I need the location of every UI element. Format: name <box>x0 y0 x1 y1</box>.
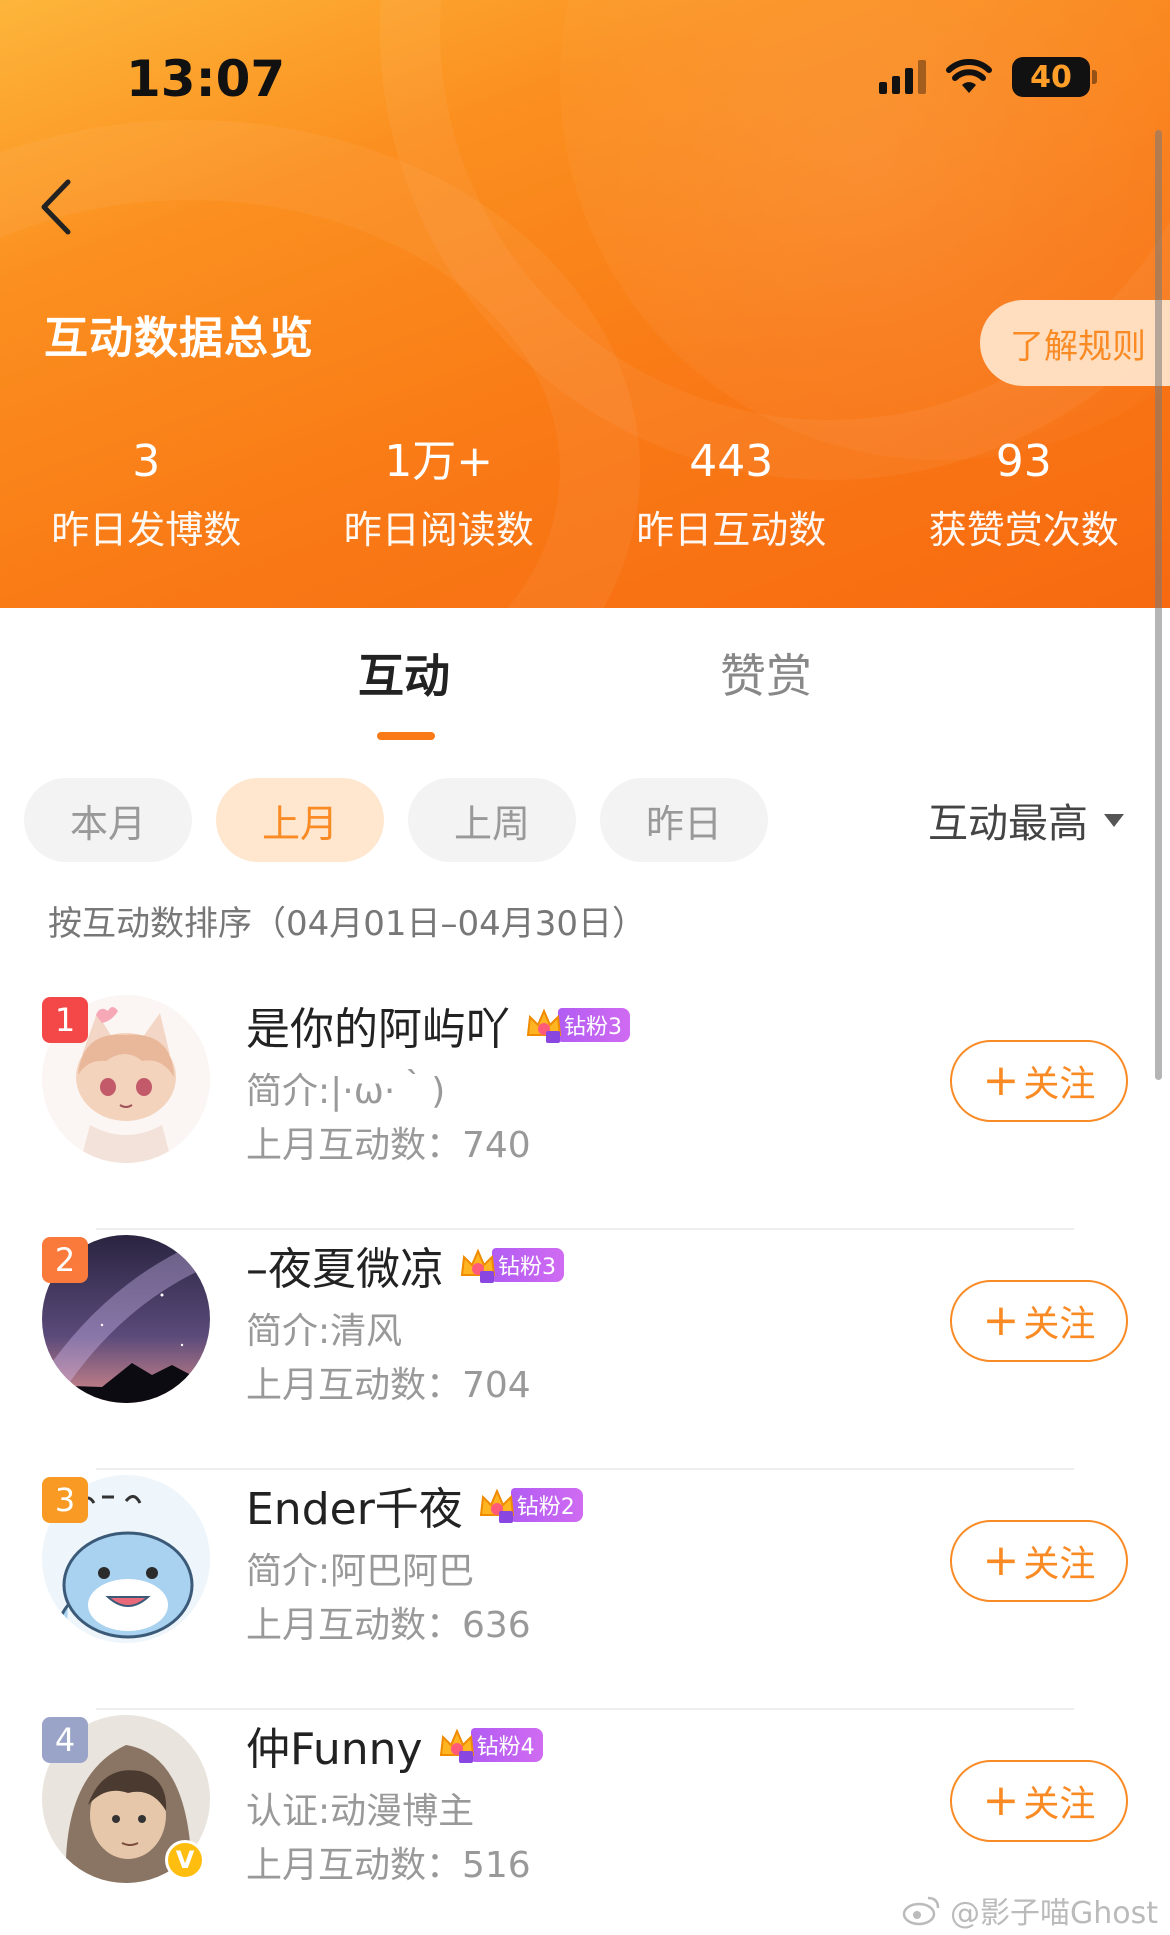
stat-reads: 1万+ 昨日阅读数 <box>293 432 586 560</box>
fan-badge[interactable]: 钻粉2 <box>477 1485 583 1525</box>
rank-badge: 2 <box>42 1237 88 1283</box>
name-line: 仲Funny 钻粉4 <box>246 1710 543 1780</box>
fan-badge-label: 钻粉3 <box>558 1008 630 1042</box>
sort-note: 按互动数排序（04月01日–04月30日） <box>48 904 647 944</box>
follow-label: 关注 <box>1023 1064 1096 1105</box>
stat-rewards: 93 获赞赏次数 <box>878 432 1170 560</box>
cellular-signal-icon <box>879 60 926 94</box>
back-button[interactable] <box>32 172 82 242</box>
stat-value: 93 <box>995 436 1052 487</box>
user-intro: 简介:阿巴阿巴 <box>246 1551 475 1592</box>
tab-reward[interactable]: 赞赏 <box>720 640 812 706</box>
user-intro: 认证:动漫博主 <box>246 1791 475 1832</box>
user-name[interactable]: –夜夏微凉 <box>246 1233 444 1297</box>
rank-badge: 1 <box>42 997 88 1043</box>
watermark: @影子喵Ghost <box>902 1888 1158 1932</box>
interaction-count: 上月互动数：516 <box>246 1845 531 1886</box>
stat-label: 获赞赏次数 <box>928 508 1119 552</box>
crown-icon <box>524 1005 564 1045</box>
weibo-logo-icon <box>902 1896 940 1926</box>
stat-value: 1万+ <box>384 436 494 487</box>
name-line: 是你的阿屿吖 钻粉3 <box>246 990 630 1060</box>
filter-this-month[interactable]: 本月 <box>24 778 192 862</box>
filter-last-month[interactable]: 上月 <box>216 778 384 862</box>
tab-interaction[interactable]: 互动 <box>358 640 450 706</box>
fan-badge-label: 钻粉2 <box>510 1488 583 1522</box>
filter-yesterday[interactable]: 昨日 <box>600 778 768 862</box>
stats-row: 3 昨日发博数 1万+ 昨日阅读数 443 昨日互动数 93 获赞赏次数 <box>0 432 1170 560</box>
wifi-icon <box>946 59 992 95</box>
follow-button[interactable]: + 关注 <box>950 1280 1128 1362</box>
stat-value: 443 <box>689 436 774 487</box>
filter-last-week[interactable]: 上周 <box>408 778 576 862</box>
crown-icon <box>477 1485 517 1525</box>
stat-value: 3 <box>132 436 161 487</box>
chevron-left-icon <box>41 179 71 235</box>
fan-badge-label: 钻粉3 <box>492 1248 564 1282</box>
list-item[interactable]: 3 Ender千夜 钻粉2 简介:阿巴阿巴 上月互动数：636 + 关注 <box>0 1470 1170 1710</box>
follow-label: 关注 <box>1023 1544 1096 1585</box>
page-title: 互动数据总览 <box>44 313 314 364</box>
name-line: –夜夏微凉 钻粉3 <box>246 1230 564 1300</box>
status-time: 13:07 <box>126 50 286 108</box>
sort-dropdown[interactable]: 互动最高 <box>928 790 1124 850</box>
follow-label: 关注 <box>1023 1784 1096 1825</box>
plus-icon: + <box>982 1295 1020 1346</box>
user-intro: 简介:清风 <box>246 1311 403 1352</box>
sort-dropdown-value: 互动最高 <box>928 801 1088 847</box>
status-icons: 40 <box>879 52 1097 102</box>
plus-icon: + <box>982 1055 1020 1106</box>
user-name[interactable]: 是你的阿屿吖 <box>246 993 510 1057</box>
user-name[interactable]: 仲Funny <box>246 1713 423 1777</box>
rules-button[interactable]: 了解规则 <box>980 300 1170 386</box>
stat-label: 昨日阅读数 <box>343 508 534 552</box>
battery-level: 40 <box>1030 59 1072 95</box>
rank-badge: 4 <box>42 1717 88 1763</box>
period-filters: 本月 上月 上周 昨日 <box>24 778 768 862</box>
fan-badge[interactable]: 钻粉4 <box>437 1725 543 1765</box>
interaction-count: 上月互动数：636 <box>246 1605 531 1646</box>
fan-badge-label: 钻粉4 <box>470 1728 543 1762</box>
user-name[interactable]: Ender千夜 <box>246 1473 463 1537</box>
fan-badge[interactable]: 钻粉3 <box>458 1245 564 1285</box>
stat-posts: 3 昨日发博数 <box>0 432 293 560</box>
scrollbar[interactable] <box>1155 130 1162 1080</box>
plus-icon: + <box>982 1775 1020 1826</box>
interaction-count: 上月互动数：704 <box>246 1365 531 1406</box>
tab-bar: 互动 赞赏 <box>0 640 1170 750</box>
active-tab-indicator <box>377 732 435 740</box>
fan-badge[interactable]: 钻粉3 <box>524 1005 630 1045</box>
follow-button[interactable]: + 关注 <box>950 1760 1128 1842</box>
overview-header: 13:07 40 互动数据总览 了解规则 3 昨日发博数 1万+ 昨日阅读数 4… <box>0 0 1170 608</box>
stat-label: 昨日发博数 <box>51 508 242 552</box>
battery-icon: 40 <box>1012 57 1097 97</box>
verified-badge-icon: V <box>165 1840 205 1880</box>
crown-icon <box>458 1245 498 1285</box>
user-list: 1 是你的阿屿吖 钻粉3 简介:|·ω·｀) 上月互动数：740 + 关注 2 … <box>0 990 1170 1935</box>
caret-down-icon <box>1104 813 1124 827</box>
stat-label: 昨日互动数 <box>636 508 827 552</box>
rank-badge: 3 <box>42 1477 88 1523</box>
watermark-text: @影子喵Ghost <box>949 1896 1158 1931</box>
crown-icon <box>437 1725 477 1765</box>
user-intro: 简介:|·ω·｀) <box>246 1071 446 1112</box>
follow-button[interactable]: + 关注 <box>950 1520 1128 1602</box>
follow-button[interactable]: + 关注 <box>950 1040 1128 1122</box>
interaction-count: 上月互动数：740 <box>246 1125 531 1166</box>
list-item[interactable]: 2 –夜夏微凉 钻粉3 简介:清风 上月互动数：704 + 关注 <box>0 1230 1170 1470</box>
name-line: Ender千夜 钻粉2 <box>246 1470 583 1540</box>
stat-interactions: 443 昨日互动数 <box>585 432 878 560</box>
plus-icon: + <box>982 1535 1020 1586</box>
list-item[interactable]: 1 是你的阿屿吖 钻粉3 简介:|·ω·｀) 上月互动数：740 + 关注 <box>0 990 1170 1230</box>
follow-label: 关注 <box>1023 1304 1096 1345</box>
